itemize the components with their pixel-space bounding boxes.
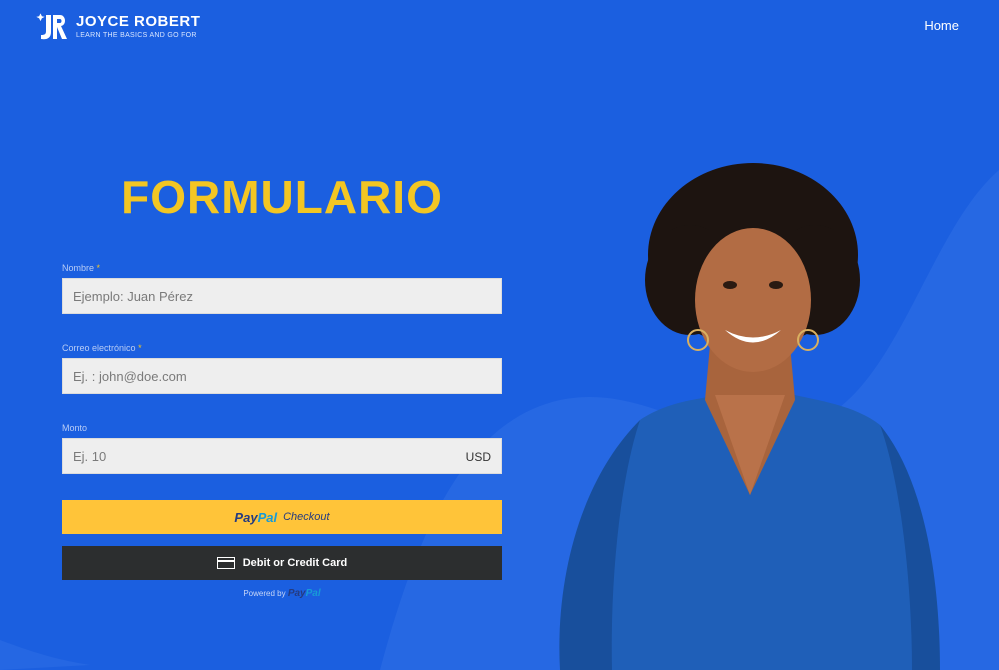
amount-input[interactable] (63, 439, 501, 473)
required-mark: * (96, 263, 101, 273)
email-field[interactable] (62, 358, 502, 394)
name-label: Nombre * (62, 262, 502, 274)
currency-label: USD (465, 450, 491, 464)
name-group: Nombre * (62, 262, 502, 314)
required-mark: * (138, 343, 142, 353)
debit-credit-card-button[interactable]: Debit or Credit Card (62, 546, 502, 580)
woman-photo (559, 163, 940, 670)
amount-group: Monto USD (62, 422, 502, 474)
name-label-text: Nombre (62, 263, 95, 273)
powered-by-paypal: Powered by PayPal (62, 588, 502, 599)
amount-label: Monto (62, 422, 502, 434)
credit-card-icon (216, 557, 235, 569)
amount-field[interactable]: USD (62, 438, 502, 474)
brand-name: JOYCE ROBERT (76, 13, 201, 30)
brand-tagline: LEARN THE BASICS AND GO FOR (76, 32, 197, 39)
name-field[interactable] (62, 278, 502, 314)
nav-home-link[interactable]: Home (924, 18, 959, 33)
powered-logo-pay: Pay (287, 588, 306, 599)
powered-by-text: Powered by (243, 589, 286, 598)
jr-logo-icon (36, 13, 67, 40)
paypal-checkout-label: Checkout (283, 511, 330, 523)
name-input[interactable] (63, 279, 501, 313)
paypal-logo-pay: Pay (234, 509, 258, 525)
page-title: FORMULARIO (121, 171, 443, 223)
brand-text: JOYCE ROBERT LEARN THE BASICS AND GO FOR (76, 14, 200, 40)
card-button-label: Debit or Credit Card (242, 557, 348, 569)
brand-logo[interactable]: JOYCE ROBERT LEARN THE BASICS AND GO FOR (36, 12, 200, 42)
email-group: Correo electrónico * (62, 342, 502, 394)
paypal-logo: PayPal (234, 510, 277, 525)
amount-label-text: Monto (62, 423, 88, 433)
email-input[interactable] (63, 359, 501, 393)
powered-paypal-logo: PayPal (288, 588, 321, 599)
paypal-logo-pal: Pal (257, 509, 278, 525)
email-label-text: Correo electrónico (62, 343, 136, 353)
email-label: Correo electrónico * (62, 342, 502, 354)
payment-form: Nombre * Correo electrónico * Monto USD … (62, 262, 502, 599)
powered-logo-pal: Pal (305, 588, 321, 599)
paypal-checkout-button[interactable]: PayPal Checkout (62, 500, 502, 534)
